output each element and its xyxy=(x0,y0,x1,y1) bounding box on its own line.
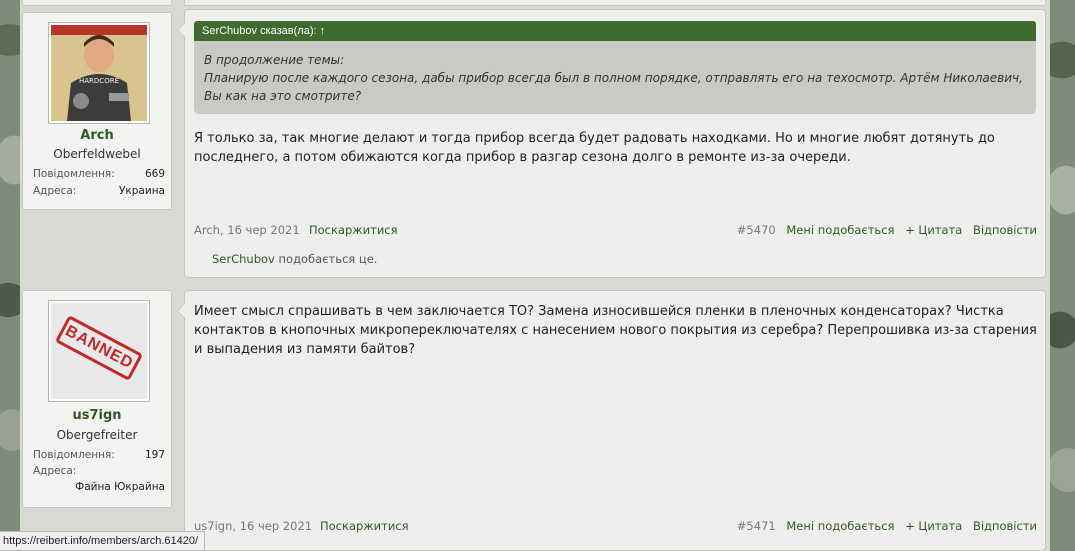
quote-line: Планирую после каждого сезона, дабы приб… xyxy=(204,71,1023,85)
stat-value: Украина xyxy=(119,185,165,197)
banned-stamp: BANNED xyxy=(54,315,144,381)
thread-page: HARDCORE Arch Oberfeldwebel Повідомлення… xyxy=(20,0,1050,551)
post-line: Я только за, так многие делают и тогда п… xyxy=(194,131,995,146)
stat-value: Файна Юкрайна xyxy=(75,481,165,493)
like-link[interactable]: Мені подобається xyxy=(786,223,894,237)
post-meta: us7ign, 16 чер 2021 Поскаржитися #5471 М… xyxy=(194,519,1037,535)
username[interactable]: Arch xyxy=(23,128,171,143)
avatar[interactable]: BANNED xyxy=(48,300,150,402)
post-actions: #5471 Мені подобається + Цитата Відповіс… xyxy=(730,519,1037,533)
message-body: SerChubov сказав(ла): ↑ В продолжение те… xyxy=(177,9,1046,278)
svg-text:HARDCORE: HARDCORE xyxy=(79,77,119,85)
like-link[interactable]: Мені подобається xyxy=(786,519,894,533)
user-card-arch: HARDCORE Arch Oberfeldwebel Повідомлення… xyxy=(22,12,172,210)
stat-label: Адреса: xyxy=(33,185,77,197)
post-text: Я только за, так многие делают и тогда п… xyxy=(194,129,1044,167)
quote-line: Вы как на это смотрите? xyxy=(204,89,362,103)
banned-stamp-icon: BANNED xyxy=(51,303,147,399)
stat-label: Адреса: xyxy=(33,465,77,477)
stat-value: 669 xyxy=(144,168,165,180)
username[interactable]: us7ign xyxy=(23,408,171,423)
post-number-link[interactable]: #5471 xyxy=(737,519,776,533)
post-actions: #5470 Мені подобається + Цитата Відповіс… xyxy=(730,223,1037,237)
quote-link[interactable]: + Цитата xyxy=(905,223,962,237)
liker-link[interactable]: SerChubov xyxy=(212,252,275,266)
browser-status-bar: https://reibert.info/members/arch.61420/ xyxy=(0,531,206,551)
post-text: Имеет смысл спрашивать в чем заключается… xyxy=(194,302,1044,359)
report-link[interactable]: Поскаржитися xyxy=(309,223,398,237)
post-author-date[interactable]: us7ign, 16 чер 2021 xyxy=(194,519,312,533)
previous-post-bottom-edge xyxy=(20,0,1050,8)
user-rank: Oberfeldwebel xyxy=(53,147,141,161)
poster-avatar-icon: HARDCORE xyxy=(51,25,147,121)
quote-link[interactable]: + Цитата xyxy=(905,519,962,533)
user-rank: Obergefreiter xyxy=(56,428,138,442)
post-line: Имеет смысл спрашивать в чем заключается… xyxy=(194,304,1004,319)
post-meta: Arch, 16 чер 2021 Поскаржитися #5470 Мен… xyxy=(194,223,1037,239)
post-line: и выпадения из памяти байтов? xyxy=(194,342,416,357)
post-line: последнего, а потом обижаются когда приб… xyxy=(194,150,851,165)
stat-label: Повідомлення: xyxy=(33,168,115,180)
message-body: Имеет смысл спрашивать в чем заключается… xyxy=(177,290,1046,551)
quote-content: В продолжение темы: Планирую после каждо… xyxy=(194,41,1036,114)
quote-header[interactable]: SerChubov сказав(ла): ↑ xyxy=(194,21,1036,41)
likes-suffix: подобається це. xyxy=(278,252,378,266)
avatar[interactable]: HARDCORE xyxy=(48,22,150,124)
reply-link[interactable]: Відповісти xyxy=(973,223,1037,237)
user-card-us7ign: BANNED us7ign Obergefreiter Повідомлення… xyxy=(22,290,172,508)
post-line: контактов в кнопочных микропереключателя… xyxy=(194,323,1037,338)
reply-link[interactable]: Відповісти xyxy=(973,519,1037,533)
post-number-link[interactable]: #5470 xyxy=(737,223,776,237)
post-author-date[interactable]: Arch, 16 чер 2021 xyxy=(194,223,300,237)
stat-label: Повідомлення: xyxy=(33,449,115,461)
report-link[interactable]: Поскаржитися xyxy=(320,519,409,533)
stat-value: 197 xyxy=(144,449,165,461)
quote-line: В продолжение темы: xyxy=(204,53,345,67)
likes-summary: SerChubov подобається це. xyxy=(212,252,377,266)
